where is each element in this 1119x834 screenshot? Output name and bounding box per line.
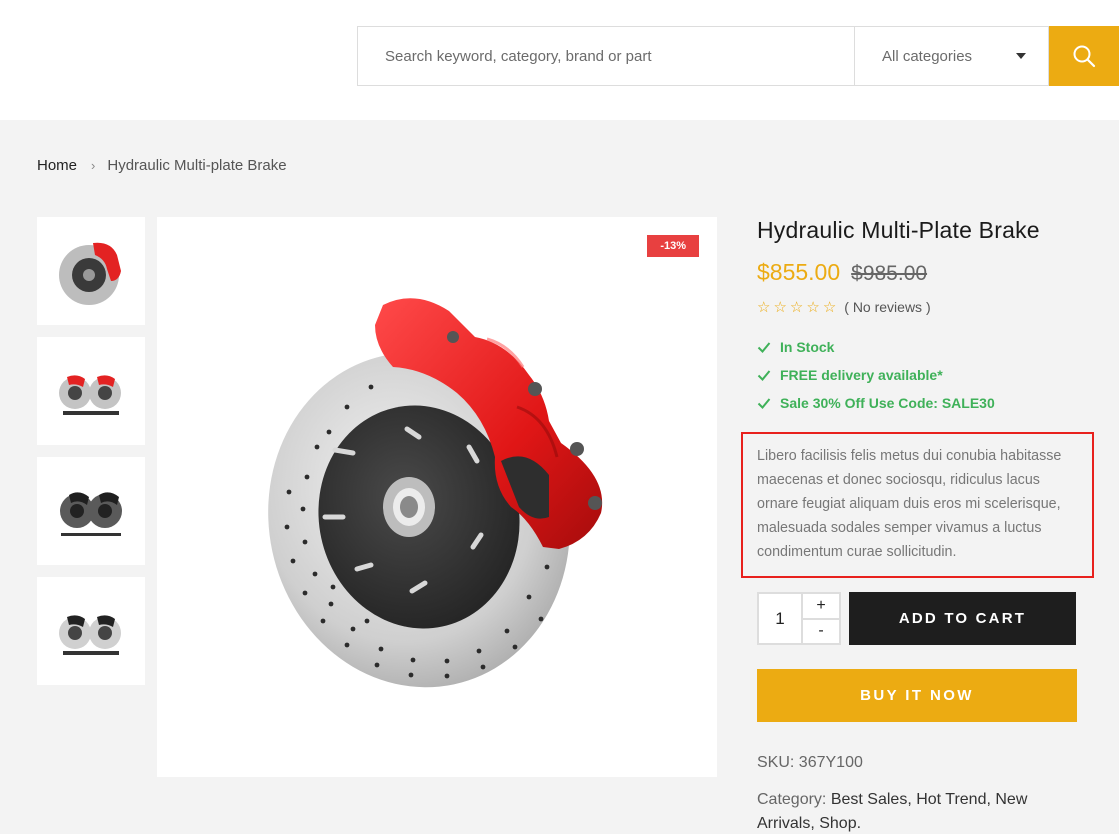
feature-item: In Stock bbox=[757, 333, 1087, 361]
star-icon: ☆ bbox=[757, 298, 771, 316]
buy-now-button[interactable]: BUY IT NOW bbox=[757, 669, 1077, 722]
search-bar: All categories bbox=[357, 26, 1119, 86]
breadcrumb-current: Hydraulic Multi-plate Brake bbox=[107, 157, 287, 174]
category-row: Category: Best Sales, Hot Trend, New Arr… bbox=[757, 788, 1087, 834]
thumbnail-4[interactable] bbox=[37, 577, 145, 685]
category-label: Category: bbox=[757, 791, 827, 808]
brake-disc-red-caliper-image bbox=[59, 242, 121, 305]
star-icon: ☆ bbox=[773, 298, 787, 316]
original-price: $985.00 bbox=[851, 262, 928, 285]
feature-item: FREE delivery available* bbox=[757, 361, 1087, 389]
star-icon: ☆ bbox=[806, 298, 820, 316]
quantity-buttons: + - bbox=[801, 594, 839, 643]
chevron-right-icon: › bbox=[91, 158, 96, 173]
rating-stars[interactable]: ☆ ☆ ☆ ☆ ☆ bbox=[757, 300, 836, 315]
product-description: Libero facilisis felis metus dui conubia… bbox=[757, 448, 1062, 560]
thumbnail-3[interactable] bbox=[37, 457, 145, 565]
check-icon bbox=[757, 370, 771, 381]
feature-item: Sale 30% Off Use Code: SALE30 bbox=[757, 389, 1087, 417]
main-product-image[interactable]: -13% bbox=[157, 217, 717, 777]
brake-disc-caliper-image bbox=[268, 298, 603, 688]
star-icon: ☆ bbox=[822, 298, 837, 316]
product-info: Hydraulic Multi-Plate Brake $855.00 $985… bbox=[757, 217, 1087, 417]
brake-kit-red-image bbox=[59, 375, 121, 415]
feature-text: In Stock bbox=[780, 339, 835, 355]
feature-list: In Stock FREE delivery available* Sale 3… bbox=[757, 333, 1087, 417]
rating-row: ☆ ☆ ☆ ☆ ☆ ( No reviews ) bbox=[757, 299, 1087, 315]
caret-down-icon bbox=[1016, 53, 1026, 59]
current-price: $855.00 bbox=[757, 259, 841, 285]
search-input[interactable] bbox=[357, 26, 854, 86]
category-link[interactable]: New bbox=[995, 791, 1027, 808]
search-button[interactable] bbox=[1049, 26, 1119, 86]
category-select-label: All categories bbox=[882, 47, 973, 65]
brake-kit-silver-image bbox=[59, 615, 121, 655]
category-link[interactable]: Hot Trend, bbox=[916, 791, 991, 808]
category-select[interactable]: All categories bbox=[854, 26, 1049, 86]
sku-row: SKU: 367Y100 bbox=[757, 754, 863, 772]
add-to-cart-button[interactable]: ADD TO CART bbox=[849, 592, 1076, 645]
thumbnail-1[interactable] bbox=[37, 217, 145, 325]
product-title: Hydraulic Multi-Plate Brake bbox=[757, 217, 1040, 243]
category-link[interactable]: Arrivals, bbox=[757, 815, 815, 832]
breadcrumb: Home › Hydraulic Multi-plate Brake bbox=[37, 157, 287, 174]
search-icon bbox=[1073, 45, 1096, 68]
check-icon bbox=[757, 398, 771, 409]
thumbnail-2[interactable] bbox=[37, 337, 145, 445]
quantity-stepper: 1 + - bbox=[757, 592, 841, 645]
price-row: $855.00 $985.00 bbox=[757, 259, 1087, 286]
site-header: All categories bbox=[0, 0, 1119, 120]
breadcrumb-home-link[interactable]: Home bbox=[37, 157, 77, 174]
category-link[interactable]: Shop. bbox=[819, 815, 861, 832]
sku-label: SKU: bbox=[757, 754, 795, 771]
reviews-link[interactable]: ( No reviews ) bbox=[844, 299, 930, 315]
sku-value: 367Y100 bbox=[798, 754, 863, 771]
quantity-increase-button[interactable]: + bbox=[803, 594, 839, 620]
quantity-decrease-button[interactable]: - bbox=[803, 620, 839, 644]
feature-text: Sale 30% Off Use Code: SALE30 bbox=[780, 395, 995, 411]
brake-kit-black-image bbox=[60, 492, 122, 536]
category-link[interactable]: Best Sales, bbox=[831, 791, 912, 808]
star-icon: ☆ bbox=[789, 298, 804, 316]
quantity-input[interactable]: 1 bbox=[759, 594, 801, 643]
description-highlight: Libero facilisis felis metus dui conubia… bbox=[741, 432, 1094, 578]
feature-text: FREE delivery available* bbox=[780, 367, 943, 383]
check-icon bbox=[757, 342, 771, 353]
